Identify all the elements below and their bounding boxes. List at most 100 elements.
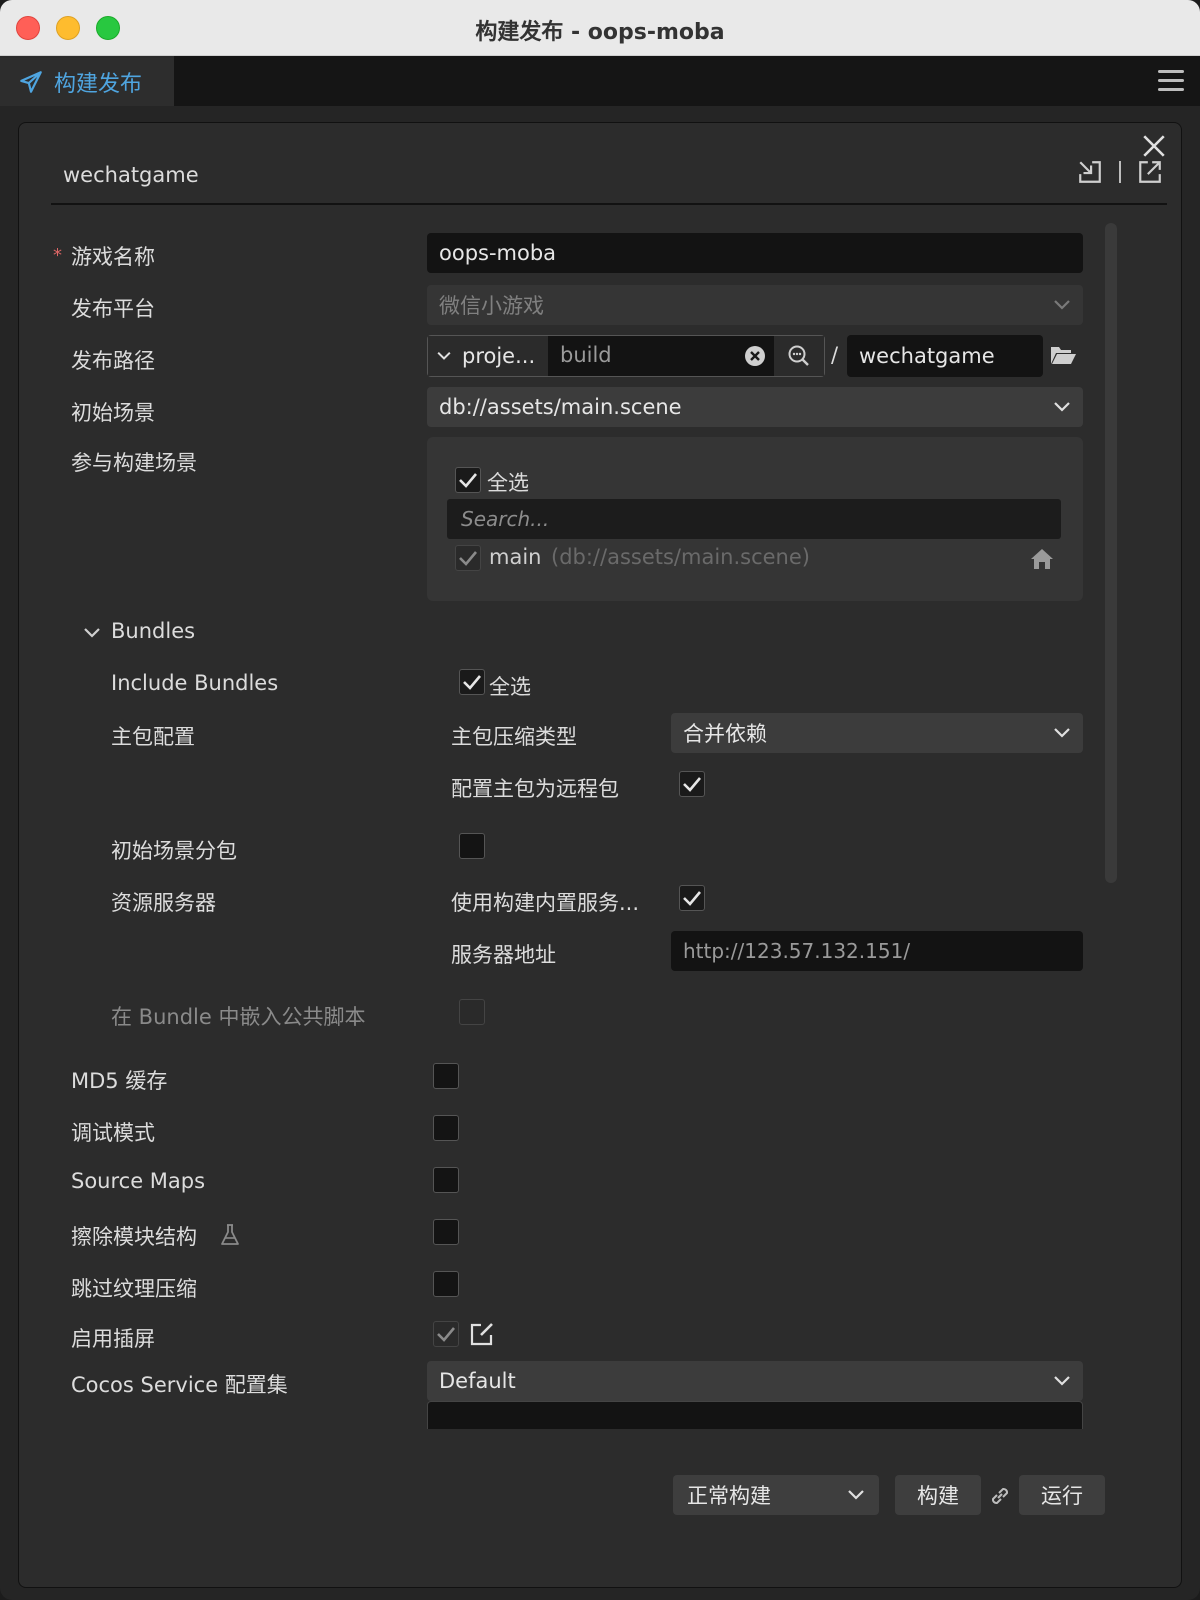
cocos-service-select[interactable]: Default bbox=[427, 1361, 1083, 1401]
check-icon bbox=[459, 551, 477, 566]
erase-modules-label: 擦除模块结构 bbox=[71, 1225, 197, 1249]
remote-package-label: 配置主包为远程包 bbox=[451, 777, 619, 801]
remote-package-checkbox[interactable] bbox=[679, 771, 705, 797]
md5-cache-checkbox[interactable] bbox=[433, 1063, 459, 1089]
md5-cache-label: MD5 缓存 bbox=[71, 1069, 168, 1093]
panel-header: wechatgame bbox=[51, 153, 1167, 205]
skip-texture-compression-label: 跳过纹理压缩 bbox=[71, 1277, 197, 1301]
platform-name: wechatgame bbox=[63, 163, 199, 187]
path-separator: / bbox=[831, 343, 839, 367]
asset-server-label: 资源服务器 bbox=[111, 891, 216, 915]
path-prefix: proje... bbox=[462, 344, 536, 368]
start-scene-subpackage-checkbox[interactable] bbox=[459, 833, 485, 859]
check-icon bbox=[683, 777, 701, 792]
select-all-label: 全选 bbox=[487, 471, 529, 495]
source-maps-label: Source Maps bbox=[71, 1169, 206, 1193]
cocos-service-value: Default bbox=[439, 1369, 516, 1393]
chevron-down-icon bbox=[437, 351, 451, 360]
scenes-list: 全选 Search... main (db://assets/main.scen… bbox=[427, 437, 1083, 601]
edit-icon[interactable] bbox=[469, 1321, 495, 1347]
chevron-down-icon bbox=[1054, 1376, 1070, 1386]
import-icon[interactable] bbox=[1077, 159, 1103, 185]
start-scene-label: 初始场景 bbox=[71, 401, 155, 425]
scrollbar[interactable] bbox=[1105, 223, 1117, 883]
search-path-button[interactable] bbox=[774, 336, 824, 376]
scene-search-placeholder: Search... bbox=[461, 507, 550, 531]
chevron-down-icon bbox=[1054, 402, 1070, 412]
platform-value: 微信小游戏 bbox=[439, 294, 544, 318]
path-input[interactable]: build bbox=[560, 343, 612, 367]
output-name-input[interactable]: wechatgame bbox=[847, 335, 1043, 377]
start-scene-subpackage-label: 初始场景分包 bbox=[111, 839, 237, 863]
build-scenes-label: 参与构建场景 bbox=[71, 451, 197, 475]
title-bar: 构建发布 - oops-moba bbox=[0, 0, 1200, 56]
debug-mode-label: 调试模式 bbox=[71, 1121, 155, 1145]
include-bundles-checkbox[interactable] bbox=[459, 669, 485, 695]
tab-build-publish[interactable]: 构建发布 bbox=[0, 56, 174, 106]
select-all-scenes-checkbox[interactable] bbox=[455, 467, 481, 493]
erase-modules-checkbox[interactable] bbox=[433, 1219, 459, 1245]
chevron-down-icon bbox=[1054, 300, 1070, 310]
scene-item-path: (db://assets/main.scene) bbox=[551, 545, 810, 569]
home-icon bbox=[1031, 549, 1053, 569]
check-icon bbox=[463, 675, 481, 690]
divider bbox=[1119, 161, 1121, 183]
server-address-label: 服务器地址 bbox=[451, 943, 556, 967]
scene-main-checkbox[interactable] bbox=[455, 545, 481, 571]
send-icon bbox=[20, 71, 42, 93]
compression-type-value: 合并依赖 bbox=[683, 722, 767, 746]
start-scene-select[interactable]: db://assets/main.scene bbox=[427, 387, 1083, 427]
chevron-down-icon bbox=[1054, 728, 1070, 738]
chevron-down-icon bbox=[848, 1490, 864, 1500]
platform-select: 微信小游戏 bbox=[427, 285, 1083, 325]
game-name-label: 游戏名称 bbox=[71, 245, 155, 269]
platform-label: 发布平台 bbox=[71, 297, 155, 321]
compression-type-label: 主包压缩类型 bbox=[451, 725, 577, 749]
bundles-section-title[interactable]: Bundles bbox=[111, 619, 195, 643]
cocos-service-detail bbox=[427, 1401, 1083, 1429]
skip-texture-compression-checkbox[interactable] bbox=[433, 1271, 459, 1297]
source-maps-checkbox[interactable] bbox=[433, 1167, 459, 1193]
build-mode-select[interactable]: 正常构建 bbox=[673, 1475, 879, 1515]
include-select-all-label: 全选 bbox=[489, 675, 531, 699]
use-builtin-server-label: 使用构建内置服务... bbox=[451, 891, 640, 915]
build-path-label: 发布路径 bbox=[71, 349, 155, 373]
chevron-down-icon[interactable] bbox=[83, 627, 101, 639]
splash-screen-checkbox bbox=[433, 1321, 459, 1347]
server-address-input[interactable]: http://123.57.132.151/ bbox=[671, 931, 1083, 971]
build-button[interactable]: 构建 bbox=[895, 1475, 981, 1515]
app-window: 构建发布 - oops-moba 构建发布 wechatgame * 游戏名称 … bbox=[0, 0, 1200, 1600]
game-name-input[interactable]: oops-moba bbox=[427, 233, 1083, 273]
path-prefix-select[interactable]: proje... bbox=[428, 336, 548, 376]
build-panel: wechatgame * 游戏名称 oops-moba 发布平台 微信小游戏 发… bbox=[18, 122, 1182, 1588]
compression-type-select[interactable]: 合并依赖 bbox=[671, 713, 1083, 753]
export-icon[interactable] bbox=[1137, 159, 1163, 185]
check-icon bbox=[459, 473, 477, 488]
required-marker: * bbox=[53, 245, 62, 266]
experimental-flask-icon bbox=[221, 1224, 239, 1245]
tab-bar: 构建发布 bbox=[0, 56, 1200, 106]
tab-label: 构建发布 bbox=[54, 72, 143, 97]
build-mode-value: 正常构建 bbox=[687, 1484, 771, 1508]
scene-item-name: main bbox=[489, 545, 542, 569]
embed-common-script-checkbox bbox=[459, 999, 485, 1025]
cocos-service-label: Cocos Service 配置集 bbox=[71, 1373, 288, 1397]
debug-mode-checkbox[interactable] bbox=[433, 1115, 459, 1141]
main-package-config-label: 主包配置 bbox=[111, 725, 195, 749]
window-title: 构建发布 - oops-moba bbox=[475, 20, 725, 45]
include-bundles-label: Include Bundles bbox=[111, 671, 279, 695]
check-icon bbox=[437, 1327, 455, 1342]
use-builtin-server-checkbox[interactable] bbox=[679, 885, 705, 911]
link-icon[interactable] bbox=[987, 1483, 1013, 1509]
clear-icon[interactable] bbox=[744, 345, 766, 367]
embed-common-script-label: 在 Bundle 中嵌入公共脚本 bbox=[111, 1005, 366, 1029]
run-button[interactable]: 运行 bbox=[1019, 1475, 1105, 1515]
check-icon bbox=[683, 891, 701, 906]
search-icon bbox=[788, 345, 809, 366]
start-scene-value: db://assets/main.scene bbox=[439, 395, 682, 419]
splash-screen-label: 启用插屏 bbox=[71, 1327, 155, 1351]
folder-open-icon[interactable] bbox=[1049, 343, 1077, 367]
hamburger-menu-icon[interactable] bbox=[1158, 70, 1184, 92]
build-path-group: proje... build bbox=[427, 335, 825, 377]
scene-search-input[interactable]: Search... bbox=[447, 499, 1061, 539]
